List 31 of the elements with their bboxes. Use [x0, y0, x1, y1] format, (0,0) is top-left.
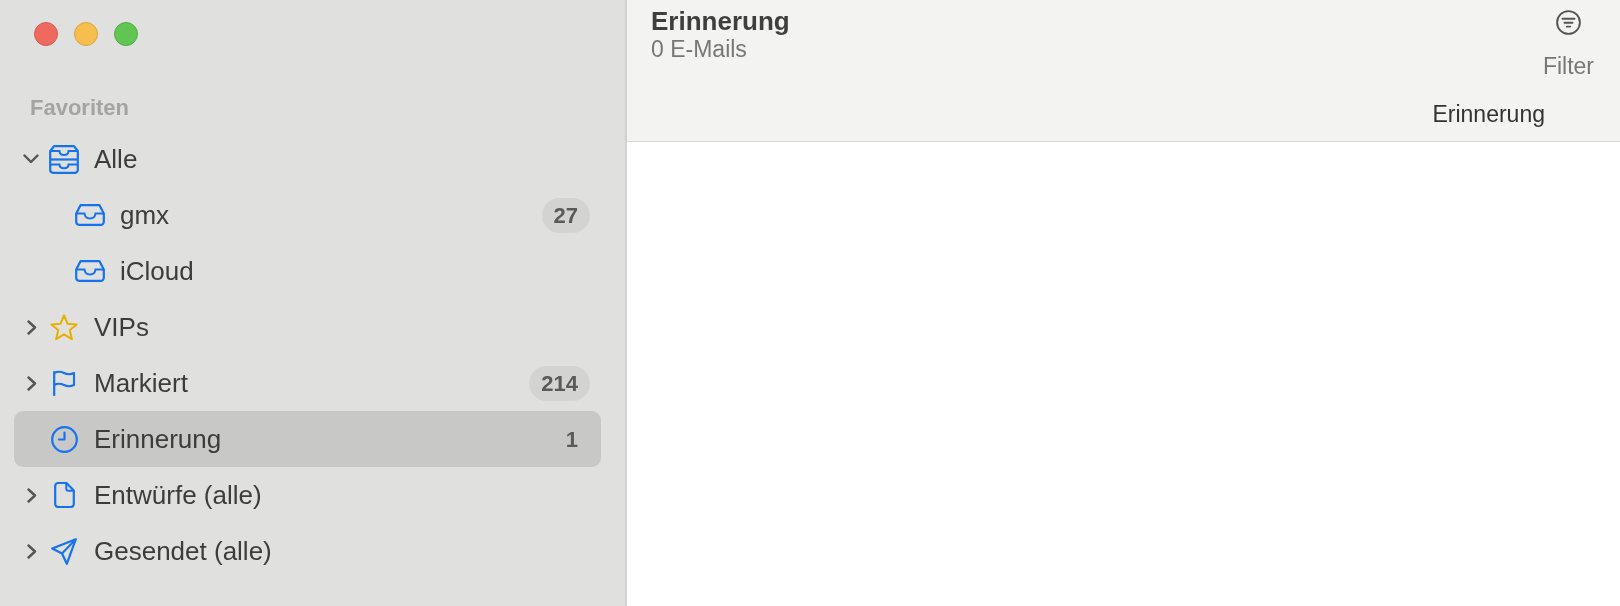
flag-icon: [52, 370, 76, 396]
sidebar-item[interactable]: Erinnerung 1: [14, 411, 601, 467]
chevron-down-icon[interactable]: [23, 154, 39, 164]
sidebar-item[interactable]: gmx 27: [14, 187, 601, 243]
filter-icon: [1555, 10, 1581, 35]
sidebar-item[interactable]: Markiert 214: [14, 355, 601, 411]
unread-count-badge: 214: [529, 365, 590, 401]
document-icon: [53, 482, 75, 508]
unread-count: 1: [564, 425, 579, 454]
mailbox-title: Erinnerung: [651, 6, 790, 36]
column-header[interactable]: Erinnerung: [1432, 101, 1545, 127]
sidebar-item[interactable]: iCloud: [14, 243, 601, 299]
message-count: 0 E-Mails: [651, 36, 748, 62]
chevron-right-icon[interactable]: [27, 375, 37, 391]
unread-count-badge: 27: [541, 197, 590, 233]
sidebar-item[interactable]: Gesendet (alle): [14, 523, 601, 579]
sidebar-item[interactable]: Alle: [14, 131, 601, 187]
inbox-tray-icon: [75, 204, 105, 226]
paper-plane-icon: [51, 537, 77, 565]
star-icon: [50, 313, 78, 341]
sidebar-item[interactable]: VIPs: [14, 299, 601, 355]
close-button[interactable]: [34, 22, 58, 46]
section-title: Favoriten: [30, 95, 130, 121]
sidebar-item[interactable]: Entwürfe (alle): [14, 467, 601, 523]
chevron-right-icon[interactable]: [27, 543, 37, 559]
inbox-tray-icon: [75, 260, 105, 282]
filter-button[interactable]: Filter: [1542, 6, 1594, 79]
tray-stack-icon: [49, 144, 79, 174]
chevron-right-icon[interactable]: [27, 319, 37, 335]
clock-icon: [50, 425, 78, 453]
chevron-right-icon[interactable]: [27, 487, 37, 503]
